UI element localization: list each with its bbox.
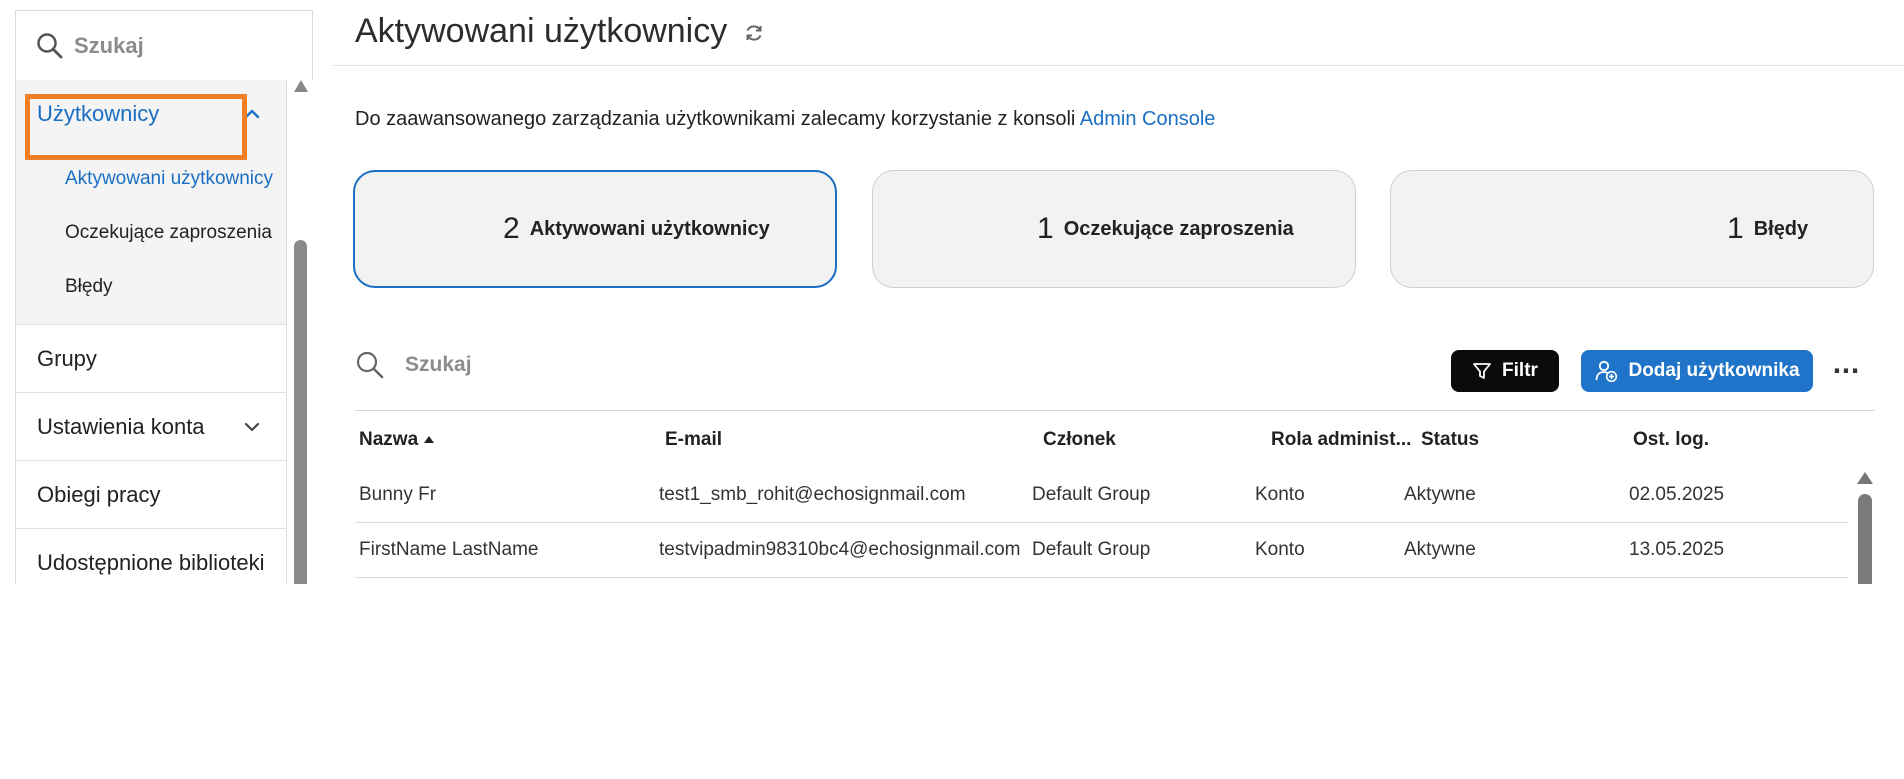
sidebar-subitem-errors[interactable]: Błędy [16, 260, 286, 314]
add-user-icon [1596, 360, 1618, 383]
column-header-email[interactable]: E-mail [665, 429, 722, 451]
sidebar-item-shared-libraries[interactable]: Udostępnione biblioteki [16, 528, 286, 584]
info-text: Do zaawansowanego zarządzania użytkownik… [355, 108, 1080, 130]
info-message: Do zaawansowanego zarządzania użytkownik… [355, 108, 1215, 131]
column-header-label: Rola administ... [1271, 429, 1412, 450]
add-user-button-label: Dodaj użytkownika [1628, 360, 1800, 381]
sidebar-item-label: Obiegi pracy [37, 481, 161, 507]
sidebar-search [15, 10, 313, 80]
sidebar: Użytkownicy Aktywowani użytkownicy Oczek… [15, 10, 313, 584]
chevron-up-icon[interactable] [242, 104, 262, 124]
table-header: Nazwa E-mail Członek Rola administ... St… [355, 410, 1875, 468]
cell-role: Konto [1255, 484, 1305, 505]
table-scrollbar[interactable] [1855, 472, 1875, 584]
chevron-down-icon[interactable] [242, 417, 262, 437]
sidebar-subitem-activated-users[interactable]: Aktywowani użytkownicy [16, 152, 286, 206]
column-header-label: Członek [1043, 429, 1116, 450]
cell-last-login: 13.05.2025 [1629, 539, 1725, 560]
column-header-label: E-mail [665, 429, 723, 450]
sidebar-subitem-pending-invitations[interactable]: Oczekujące zaproszenia [16, 206, 286, 260]
column-header-status[interactable]: Status [1421, 429, 1479, 451]
stat-label: Aktywowani użytkownicy [529, 217, 770, 240]
sidebar-nav: Użytkownicy Aktywowani użytkownicy Oczek… [15, 80, 287, 584]
column-header-label: Ost. log. [1633, 429, 1709, 450]
add-user-button[interactable]: Dodaj użytkownika [1581, 350, 1813, 392]
sidebar-submenu-users: Aktywowani użytkownicy Oczekujące zapros… [16, 148, 286, 324]
cell-email: test1_smb_rohit@echosignmail.com [659, 484, 966, 505]
scrollbar-thumb[interactable] [1858, 494, 1872, 584]
table-search-input[interactable] [405, 353, 805, 377]
column-header-name[interactable]: Nazwa [359, 429, 435, 451]
search-icon [37, 32, 63, 58]
scroll-up-arrow-icon[interactable] [294, 80, 308, 92]
table-row[interactable]: FirstName LastName testvipadmin98310bc4@… [355, 523, 1849, 578]
column-header-label: Status [1421, 429, 1480, 450]
stat-label: Oczekujące zaproszenia [1063, 217, 1294, 240]
cell-member: Default Group [1032, 484, 1151, 505]
cell-last-login: 02.05.2025 [1629, 484, 1725, 505]
sidebar-item-label: Udostępnione biblioteki [37, 549, 265, 575]
stat-count: 1 [1037, 212, 1054, 245]
stat-card-activated-users[interactable]: 2 Aktywowani użytkownicy [353, 170, 837, 288]
sidebar-item-label: Ustawienia konta [37, 413, 205, 439]
stat-card-pending-invitations[interactable]: 1 Oczekujące zaproszenia [872, 170, 1356, 288]
sidebar-search-input[interactable] [74, 32, 294, 59]
table-search [355, 350, 805, 380]
stat-count: 1 [1727, 212, 1744, 245]
refresh-icon[interactable] [743, 22, 765, 44]
sidebar-subitem-label: Błędy [65, 276, 113, 297]
cell-name: FirstName LastName [359, 539, 539, 560]
search-icon [356, 351, 384, 379]
cell-status: Aktywne [1404, 484, 1476, 505]
stat-card-errors[interactable]: 1 Błędy [1390, 170, 1874, 288]
users-table: Nazwa E-mail Członek Rola administ... St… [355, 410, 1875, 584]
sidebar-subitem-label: Oczekujące zaproszenia [65, 222, 272, 243]
cell-name: Bunny Fr [359, 484, 437, 505]
scroll-up-arrow-icon[interactable] [1857, 472, 1873, 484]
main-content: Aktywowani użytkownicy Do zaawansowanego… [333, 0, 1904, 584]
column-header-label: Nazwa [359, 429, 419, 450]
sidebar-item-label: Użytkownicy [37, 101, 160, 126]
more-options-button[interactable]: ··· [1829, 352, 1863, 390]
cell-role: Konto [1255, 539, 1305, 560]
table-row[interactable]: Bunny Fr test1_smb_rohit@echosignmail.co… [355, 468, 1849, 523]
page-title: Aktywowani użytkownicy [355, 12, 728, 50]
sidebar-scrollbar[interactable] [291, 80, 311, 584]
filter-button-label: Filtr [1502, 360, 1538, 381]
stat-label: Błędy [1753, 217, 1809, 240]
cell-status: Aktywne [1404, 539, 1476, 560]
admin-console-link[interactable]: Admin Console [1080, 108, 1216, 130]
column-header-member[interactable]: Członek [1043, 429, 1116, 451]
filter-icon [1473, 363, 1491, 379]
table-body: Bunny Fr test1_smb_rohit@echosignmail.co… [355, 468, 1849, 578]
sidebar-item-users[interactable]: Użytkownicy [16, 80, 286, 148]
sidebar-item-account-settings[interactable]: Ustawienia konta [16, 392, 286, 460]
filter-button[interactable]: Filtr [1451, 350, 1559, 392]
sidebar-item-groups[interactable]: Grupy [16, 324, 286, 392]
sort-ascending-icon [424, 436, 435, 444]
stat-count: 2 [503, 212, 520, 245]
sidebar-item-workflows[interactable]: Obiegi pracy [16, 460, 286, 528]
cell-member: Default Group [1032, 539, 1151, 560]
page-header: Aktywowani użytkownicy [333, 0, 1904, 66]
cell-email: testvipadmin98310bc4@echosignmail.com [659, 539, 1021, 560]
sidebar-subitem-label: Aktywowani użytkownicy [65, 168, 274, 189]
column-header-admin-role[interactable]: Rola administ... [1271, 429, 1411, 451]
column-header-last-login[interactable]: Ost. log. [1633, 429, 1709, 451]
sidebar-item-label: Grupy [37, 345, 97, 371]
scrollbar-thumb[interactable] [294, 240, 307, 584]
